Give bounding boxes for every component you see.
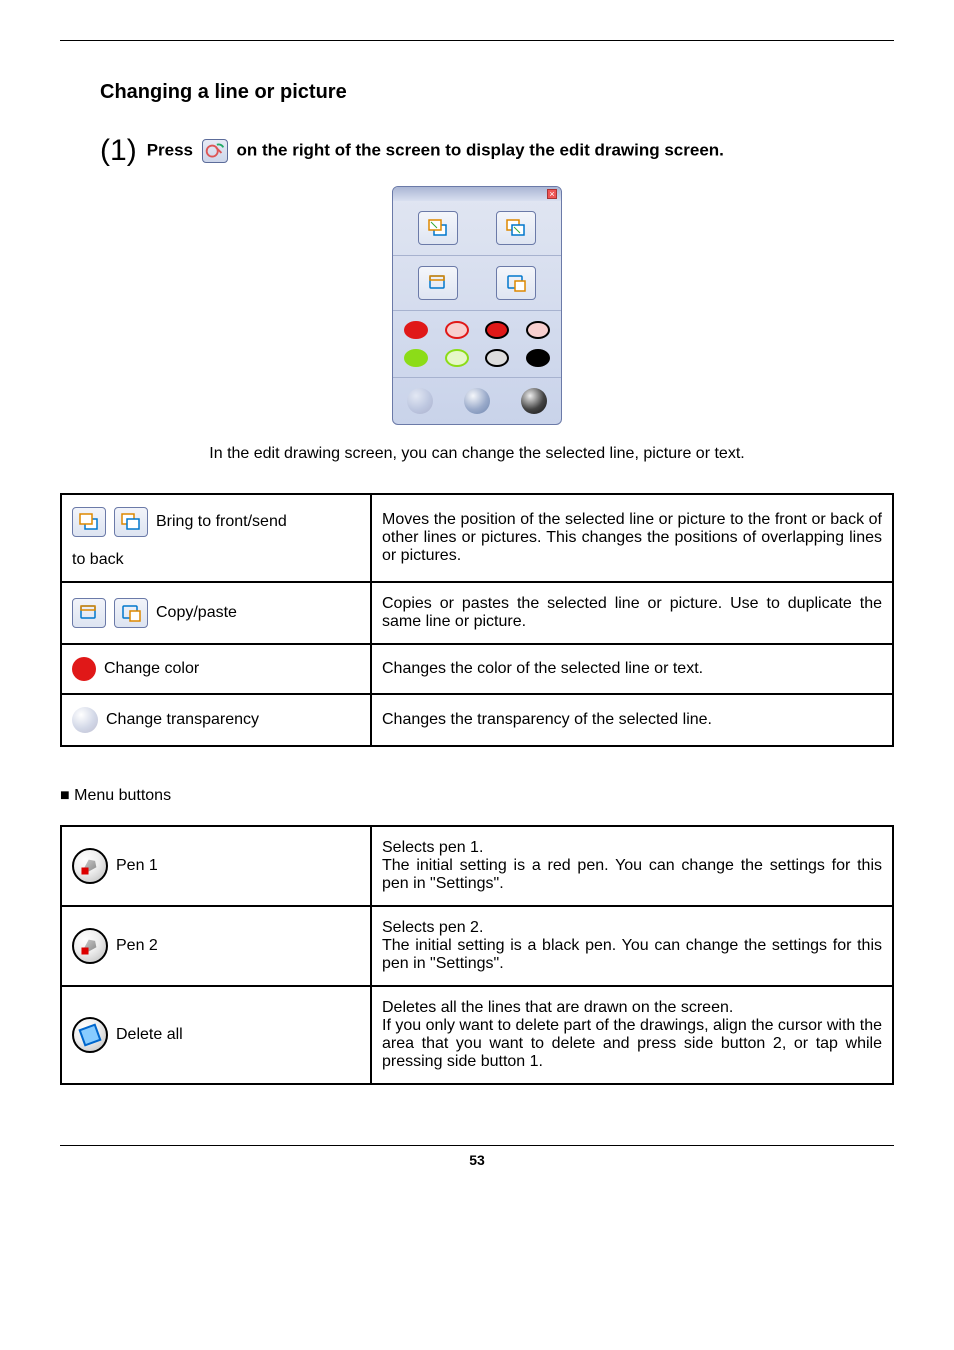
table-row: Change color Changes the color of the se… (61, 644, 893, 694)
color-red-blackborder-fill-icon[interactable] (485, 321, 509, 339)
edit-drawing-icon (202, 139, 228, 163)
intro-text: In the edit drawing screen, you can chan… (60, 445, 894, 463)
pen1-icon (72, 848, 108, 884)
color-red-outline-icon[interactable] (445, 321, 469, 339)
delete-all-icon (72, 1017, 108, 1053)
feature-label-second: to back (72, 551, 360, 569)
bring-to-front-icon[interactable] (418, 211, 458, 245)
step-text: Press on the right of the screen to disp… (147, 139, 724, 163)
table-row: Pen 2 Selects pen 2. The initial setting… (61, 906, 893, 986)
table-row: Change transparency Changes the transpar… (61, 694, 893, 746)
top-rule (60, 40, 894, 41)
menu-desc: Deletes all the lines that are drawn on … (371, 986, 893, 1084)
feature-label: Copy/paste (156, 604, 237, 622)
transparency-high-icon[interactable] (407, 388, 433, 414)
step-1: (1) Press on the right of the screen to … (100, 134, 894, 168)
table-row: Pen 1 Selects pen 1. The initial setting… (61, 826, 893, 906)
edit-drawing-panel: × (60, 186, 894, 425)
menu-label: Pen 2 (116, 937, 158, 955)
paste-icon[interactable] (496, 266, 536, 300)
table-row: Delete all Deletes all the lines that ar… (61, 986, 893, 1084)
transparency-circle-icon (72, 707, 98, 733)
page-number: 53 (469, 1152, 485, 1168)
feature-desc: Changes the color of the selected line o… (371, 644, 893, 694)
paste-icon (114, 598, 148, 628)
section-heading: Changing a line or picture (100, 81, 894, 104)
color-black-fill-icon[interactable] (526, 349, 550, 367)
step-number: (1) (100, 134, 137, 168)
feature-desc: Changes the transparency of the selected… (371, 694, 893, 746)
panel-titlebar: × (393, 187, 561, 201)
color-black-outline-icon[interactable] (485, 349, 509, 367)
table-row: Bring to front/send to back Moves the po… (61, 494, 893, 582)
menu-label: Delete all (116, 1026, 183, 1044)
send-to-back-icon[interactable] (496, 211, 536, 245)
feature-label: Change color (104, 660, 199, 678)
transparency-none-icon[interactable] (521, 388, 547, 414)
color-circle-icon (72, 657, 96, 681)
pen2-icon (72, 928, 108, 964)
menu-subhead: ■ Menu buttons (60, 787, 894, 805)
feature-desc: Moves the position of the selected line … (371, 494, 893, 582)
color-red-blackborder-outline-icon[interactable] (526, 321, 550, 339)
color-red-fill-icon[interactable] (404, 321, 428, 339)
menu-table: Pen 1 Selects pen 1. The initial setting… (60, 825, 894, 1085)
copy-icon[interactable] (418, 266, 458, 300)
feature-desc: Copies or pastes the selected line or pi… (371, 582, 893, 644)
copy-icon (72, 598, 106, 628)
menu-desc: Selects pen 1. The initial setting is a … (371, 826, 893, 906)
bring-to-front-icon (72, 507, 106, 537)
send-to-back-icon (114, 507, 148, 537)
feature-label: Change transparency (106, 711, 259, 729)
table-row: Copy/paste Copies or pastes the selected… (61, 582, 893, 644)
menu-label: Pen 1 (116, 857, 158, 875)
transparency-mid-icon[interactable] (464, 388, 490, 414)
menu-desc: Selects pen 2. The initial setting is a … (371, 906, 893, 986)
feature-label: Bring to front/send (156, 513, 287, 531)
close-icon[interactable]: × (547, 189, 557, 199)
feature-table: Bring to front/send to back Moves the po… (60, 493, 894, 747)
color-green-fill-icon[interactable] (404, 349, 428, 367)
page-footer: 53 (60, 1145, 894, 1168)
color-green-outline-icon[interactable] (445, 349, 469, 367)
